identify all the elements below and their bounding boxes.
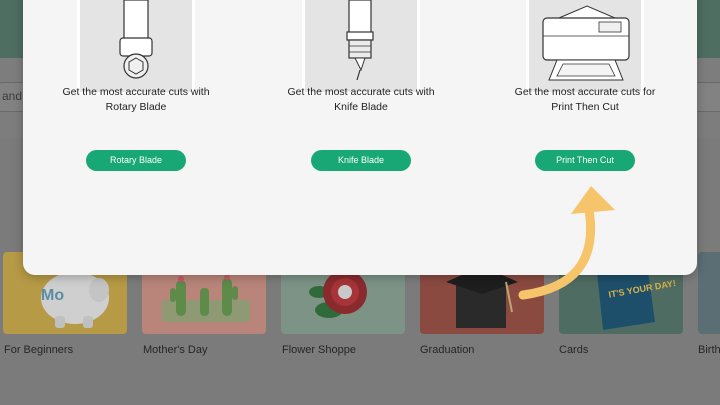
knife-blade-button[interactable]: Knife Blade (311, 150, 411, 171)
category-card-birthday[interactable] (698, 252, 720, 334)
knife-blade-icon (346, 0, 374, 81)
piggy-text: Mo (41, 287, 64, 304)
print-then-cut-description-line1: Get the most accurate cuts for (514, 86, 656, 98)
printer-icon (542, 5, 630, 81)
category-label-beginners: For Beginners (4, 344, 74, 356)
category-label-mothers-day: Mother's Day (143, 344, 208, 356)
print-then-cut-image (526, 0, 644, 95)
category-label-flower-shoppe: Flower Shoppe (282, 344, 356, 356)
rotary-blade-icon (119, 0, 153, 79)
print-then-cut-description-line2: Print Then Cut (551, 101, 619, 113)
category-label-birthday: Birth (698, 344, 720, 356)
knife-description-line1: Get the most accurate cuts with (287, 86, 435, 98)
annotation-arrow-icon (518, 186, 615, 300)
category-label-cards: Cards (559, 344, 589, 356)
rotary-description-line2: Rotary Blade (105, 101, 167, 113)
knife-description: Get the most accurate cuts with Knife Bl… (261, 85, 461, 115)
knife-blade-image (302, 0, 420, 95)
rotary-blade-image (77, 0, 195, 95)
print-then-cut-description: Get the most accurate cuts for Print The… (485, 85, 685, 115)
knife-description-line2: Knife Blade (334, 101, 388, 113)
rotary-description: Get the most accurate cuts with Rotary B… (36, 85, 236, 115)
rotary-blade-button[interactable]: Rotary Blade (86, 150, 186, 171)
print-then-cut-button[interactable]: Print Then Cut (535, 150, 635, 171)
category-label-graduation: Graduation (420, 344, 475, 356)
rotary-description-line1: Get the most accurate cuts with (62, 86, 210, 98)
